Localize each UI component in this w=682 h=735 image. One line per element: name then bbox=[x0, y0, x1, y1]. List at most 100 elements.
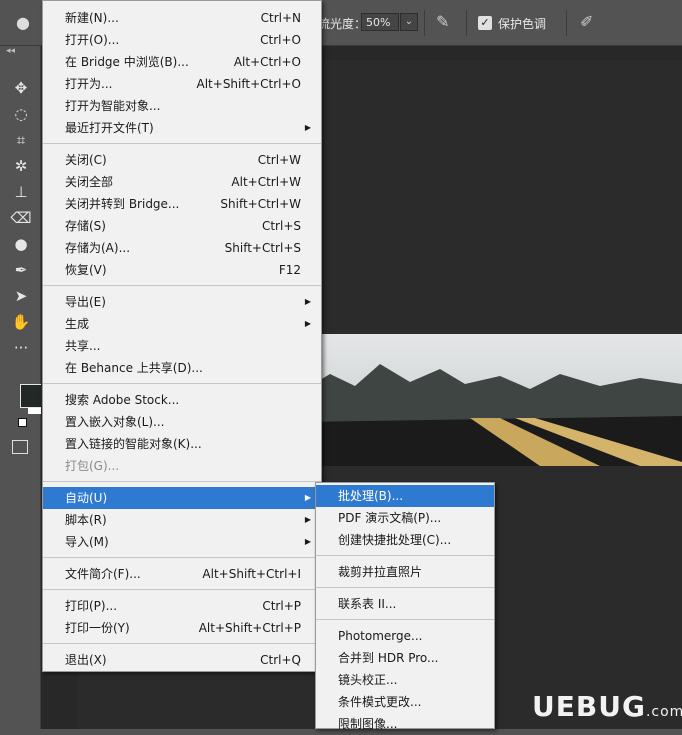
menu-item-2-3[interactable]: 在 Behance 上共享(D)... bbox=[43, 357, 321, 379]
eraser-tool-icon[interactable]: ⌫ bbox=[10, 208, 32, 228]
menu-item-1-2[interactable]: 关闭并转到 Bridge... Shift+Ctrl+W bbox=[43, 193, 321, 215]
menu-item-3-1[interactable]: 置入嵌入对象(L)... bbox=[43, 411, 321, 433]
menu-separator bbox=[43, 481, 321, 482]
menu-item-shortcut: Ctrl+O bbox=[260, 33, 301, 47]
menu-item-label: 搜索 Adobe Stock... bbox=[65, 393, 180, 407]
submenu-item-1-0[interactable]: 裁剪并拉直照片 bbox=[316, 561, 494, 583]
selection-tool-icon[interactable]: ➤ bbox=[10, 286, 32, 306]
watermark-text: UEBUG bbox=[532, 690, 646, 723]
submenu-item-2-0[interactable]: 联系表 II... bbox=[316, 593, 494, 615]
menu-item-label: 条件模式更改... bbox=[338, 695, 422, 709]
exposure-input[interactable]: 50% bbox=[361, 13, 399, 31]
menu-item-5-0[interactable]: 文件简介(F)... Alt+Shift+Ctrl+I bbox=[43, 563, 321, 585]
submenu-item-3-1[interactable]: 合并到 HDR Pro... bbox=[316, 647, 494, 669]
menu-item-shortcut: Ctrl+P bbox=[262, 599, 301, 613]
menu-item-shortcut: Alt+Ctrl+W bbox=[231, 175, 301, 189]
submenu-item-3-3[interactable]: 条件模式更改... bbox=[316, 691, 494, 713]
airbrush-icon[interactable]: ✎ bbox=[436, 12, 449, 31]
menu-item-1-0[interactable]: 关闭(C) Ctrl+W bbox=[43, 149, 321, 171]
menu-item-label: 恢复(V) bbox=[65, 263, 107, 277]
menu-item-label: 镜头校正... bbox=[338, 673, 398, 687]
more-tools-icon[interactable]: ··· bbox=[10, 338, 32, 358]
menu-item-7-0[interactable]: 退出(X) Ctrl+Q bbox=[43, 649, 321, 671]
menu-item-label: 共享... bbox=[65, 339, 101, 353]
submenu-arrow-icon: ▶ bbox=[304, 515, 311, 524]
photo-scene bbox=[300, 364, 682, 466]
hand-tool-icon[interactable]: ✋ bbox=[10, 312, 32, 332]
menu-item-label: 打印一份(Y) bbox=[65, 621, 130, 635]
menu-item-2-1[interactable]: 生成 ▶ bbox=[43, 313, 321, 335]
move-tool-icon[interactable]: ✥ bbox=[10, 78, 32, 98]
menu-item-shortcut: Alt+Shift+Ctrl+P bbox=[198, 621, 301, 635]
stamp-tool-icon[interactable]: ⊥ bbox=[10, 182, 32, 202]
menu-item-label: 关闭(C) bbox=[65, 153, 107, 167]
menu-item-1-1[interactable]: 关闭全部 Alt+Ctrl+W bbox=[43, 171, 321, 193]
menu-item-0-5[interactable]: 最近打开文件(T) ▶ bbox=[43, 117, 321, 139]
menu-item-1-4[interactable]: 存储为(A)... Shift+Ctrl+S bbox=[43, 237, 321, 259]
submenu-item-0-1[interactable]: PDF 演示文稿(P)... bbox=[316, 507, 494, 529]
menu-item-label: 文件简介(F)... bbox=[65, 567, 141, 581]
menu-separator bbox=[43, 589, 321, 590]
menu-item-0-1[interactable]: 打开(O)... Ctrl+O bbox=[43, 29, 321, 51]
menu-item-shortcut: Shift+Ctrl+W bbox=[220, 197, 301, 211]
collapse-icon[interactable]: ◂◂ bbox=[6, 46, 15, 56]
menu-item-6-1[interactable]: 打印一份(Y) Alt+Shift+Ctrl+P bbox=[43, 617, 321, 639]
menu-item-2-0[interactable]: 导出(E) ▶ bbox=[43, 291, 321, 313]
menu-item-label: 脚本(R) bbox=[65, 513, 107, 527]
submenu-arrow-icon: ▶ bbox=[304, 297, 311, 306]
menu-item-1-3[interactable]: 存储(S) Ctrl+S bbox=[43, 215, 321, 237]
default-colors-icon[interactable] bbox=[18, 418, 27, 427]
menu-separator bbox=[316, 555, 494, 556]
submenu-item-3-0[interactable]: Photomerge... bbox=[316, 625, 494, 647]
dodge-tool-icon[interactable]: ● bbox=[8, 12, 38, 34]
menu-separator bbox=[43, 143, 321, 144]
menu-separator bbox=[43, 383, 321, 384]
menu-item-label: 创建快捷批处理(C)... bbox=[338, 533, 452, 547]
quick-mask-icon[interactable] bbox=[12, 440, 28, 454]
menu-item-4-2[interactable]: 导入(M) ▶ bbox=[43, 531, 321, 553]
healing-tool-icon[interactable]: ✲ bbox=[10, 156, 32, 176]
menu-item-label: 关闭全部 bbox=[65, 175, 114, 189]
menu-item-label: 最近打开文件(T) bbox=[65, 121, 154, 135]
protect-tones-label: 保护色调 bbox=[498, 17, 547, 31]
menu-separator bbox=[43, 285, 321, 286]
submenu-arrow-icon: ▶ bbox=[304, 319, 311, 328]
menu-item-label: 新建(N)... bbox=[65, 11, 119, 25]
menu-item-3-0[interactable]: 搜索 Adobe Stock... bbox=[43, 389, 321, 411]
menu-item-label: 裁剪并拉直照片 bbox=[338, 565, 423, 579]
menu-item-label: 打开(O)... bbox=[65, 33, 120, 47]
menu-item-3-2[interactable]: 置入链接的智能对象(K)... bbox=[43, 433, 321, 455]
pressure-icon[interactable]: ✐ bbox=[580, 12, 593, 31]
menu-item-4-1[interactable]: 脚本(R) ▶ bbox=[43, 509, 321, 531]
menu-item-1-5[interactable]: 恢复(V) F12 bbox=[43, 259, 321, 281]
submenu-arrow-icon: ▶ bbox=[304, 493, 311, 502]
divider bbox=[566, 10, 567, 36]
menu-item-0-3[interactable]: 打开为... Alt+Shift+Ctrl+O bbox=[43, 73, 321, 95]
menu-item-0-2[interactable]: 在 Bridge 中浏览(B)... Alt+Ctrl+O bbox=[43, 51, 321, 73]
menu-item-label: 关闭并转到 Bridge... bbox=[65, 197, 180, 211]
crop-tool-icon[interactable]: ⌗ bbox=[10, 130, 32, 150]
menu-item-2-2[interactable]: 共享... bbox=[43, 335, 321, 357]
chevron-down-icon[interactable]: ⌄ bbox=[400, 13, 418, 31]
menu-item-0-0[interactable]: 新建(N)... Ctrl+N bbox=[43, 7, 321, 29]
menu-item-4-0[interactable]: 自动(U) ▶ bbox=[43, 487, 321, 509]
menu-item-label: 合并到 HDR Pro... bbox=[338, 651, 439, 665]
submenu-item-3-4[interactable]: 限制图像... bbox=[316, 713, 494, 735]
menu-item-label: 自动(U) bbox=[65, 491, 108, 505]
lasso-tool-icon[interactable]: ◌ bbox=[10, 104, 32, 124]
pen-tool-icon[interactable]: ✒ bbox=[10, 260, 32, 280]
menu-item-shortcut: Ctrl+Q bbox=[260, 653, 301, 667]
menu-item-0-4[interactable]: 打开为智能对象... bbox=[43, 95, 321, 117]
tools-panel: ◂◂ ✥ ◌ ⌗ ✲ ⊥ ⌫ ● ✒ ➤ ✋ ··· bbox=[0, 46, 50, 729]
menu-item-6-0[interactable]: 打印(P)... Ctrl+P bbox=[43, 595, 321, 617]
submenu-item-0-2[interactable]: 创建快捷批处理(C)... bbox=[316, 529, 494, 551]
divider bbox=[424, 10, 425, 36]
submenu-arrow-icon: ▶ bbox=[304, 537, 311, 546]
dodge-tool-icon[interactable]: ● bbox=[10, 234, 32, 254]
protect-tones-checkbox[interactable]: ✓ bbox=[478, 16, 492, 30]
submenu-item-0-0[interactable]: 批处理(B)... bbox=[316, 485, 494, 507]
menu-item-3-3: 打包(G)... bbox=[43, 455, 321, 477]
menu-item-label: Photomerge... bbox=[338, 629, 423, 643]
menu-separator bbox=[316, 587, 494, 588]
submenu-item-3-2[interactable]: 镜头校正... bbox=[316, 669, 494, 691]
